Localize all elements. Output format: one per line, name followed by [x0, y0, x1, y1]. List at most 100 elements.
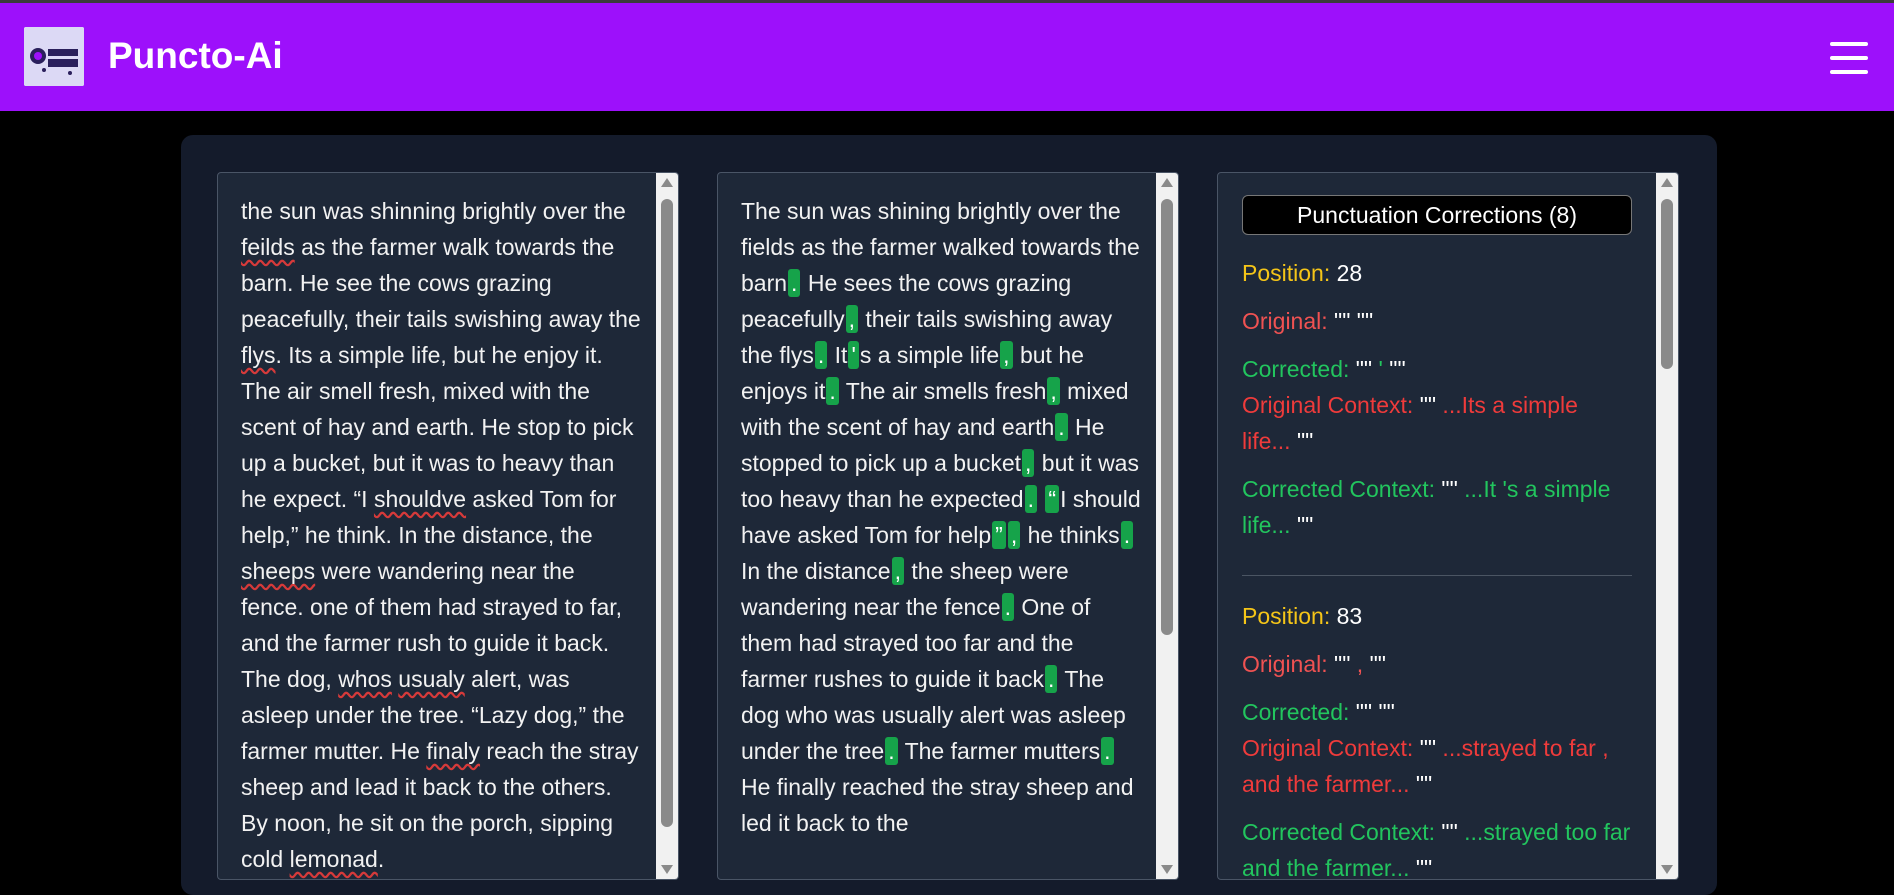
- text-segment: In the distance: [741, 558, 891, 584]
- menu-bar: [1830, 70, 1868, 74]
- corrected-text-panel[interactable]: The sun was shining brightly over the fi…: [717, 172, 1179, 880]
- text-segment: s a simple life: [859, 342, 1000, 368]
- entry-divider: [1242, 575, 1632, 576]
- scroll-down-arrow-icon[interactable]: [1661, 865, 1673, 874]
- quote-marks: "": [1334, 651, 1351, 677]
- app-title[interactable]: Puncto-Ai: [108, 33, 283, 79]
- menu-bar: [1830, 56, 1868, 60]
- quote-marks: "": [1356, 308, 1374, 334]
- scrollbar-thumb[interactable]: [661, 199, 673, 827]
- position-value: 28: [1336, 260, 1363, 286]
- text-segment: as the farmer walk towards the barn. He …: [241, 234, 641, 332]
- scroll-up-arrow-icon[interactable]: [661, 178, 673, 187]
- punctuation-highlight: ,: [1022, 449, 1035, 477]
- original-context-label: Original Context:: [1242, 735, 1414, 761]
- original-context-label: Original Context:: [1242, 392, 1414, 418]
- corrected-label: Corrected:: [1242, 356, 1350, 382]
- quote-marks: "": [1415, 855, 1433, 879]
- quote-marks: "": [1441, 819, 1458, 845]
- text-segment: He finally reached the stray sheep and l…: [741, 774, 1134, 836]
- punctuation-highlight: ”: [992, 521, 1006, 549]
- punctuation-highlight: .: [1001, 593, 1014, 621]
- punctuation-highlight: .: [1101, 737, 1114, 765]
- punctuation-highlight: .: [814, 341, 828, 369]
- punctuation-highlight: .: [1024, 485, 1037, 513]
- misspelled-word: sheeps: [241, 558, 316, 584]
- text-segment: .: [377, 846, 385, 872]
- corrected-context-label: Corrected Context:: [1242, 476, 1436, 502]
- original-text-scroll-area[interactable]: the sun was shinning brightly over the f…: [218, 173, 654, 879]
- corrections-scrollbar[interactable]: [1656, 173, 1678, 879]
- corrected-text-scroll-area[interactable]: The sun was shining brightly over the fi…: [718, 173, 1154, 879]
- original-value: ,: [1350, 651, 1370, 677]
- misspelled-word: whos: [338, 666, 392, 692]
- quote-marks: "": [1296, 428, 1314, 454]
- quote-marks: "": [1369, 651, 1386, 677]
- quote-marks: "": [1296, 512, 1314, 538]
- corrected-label: Corrected:: [1242, 699, 1350, 725]
- scrollbar-thumb[interactable]: [1661, 199, 1673, 369]
- misspelled-word: shouldve: [373, 486, 467, 512]
- menu-bar: [1830, 42, 1868, 46]
- quote-marks: "": [1378, 699, 1395, 725]
- text-segment: It: [828, 342, 848, 368]
- original-label: Original:: [1242, 651, 1328, 677]
- original-label: Original:: [1242, 308, 1328, 334]
- corrected-text-scrollbar[interactable]: [1156, 173, 1178, 879]
- misspelled-word: flys: [241, 342, 276, 368]
- misspelled-word: finaly: [426, 738, 481, 764]
- hamburger-menu-icon[interactable]: [1830, 42, 1868, 74]
- quote-marks: "": [1419, 392, 1437, 418]
- correction-entry: Position: 83 Original: "" , "" Corrected…: [1242, 598, 1632, 879]
- misspelled-word: usualy: [398, 666, 465, 692]
- punctuation-highlight: ,: [845, 305, 858, 333]
- punctuation-highlight: .: [1120, 521, 1134, 549]
- corrected-context-label: Corrected Context:: [1242, 819, 1436, 845]
- scroll-up-arrow-icon[interactable]: [1161, 178, 1173, 187]
- punctuation-highlight: ,: [1007, 521, 1021, 549]
- original-text[interactable]: the sun was shinning brightly over the f…: [241, 193, 641, 877]
- position-value: 83: [1336, 603, 1363, 629]
- text-segment: [1038, 486, 1044, 512]
- corrected-value: ': [1372, 356, 1390, 382]
- scroll-down-arrow-icon[interactable]: [661, 865, 673, 874]
- corrections-scroll-area[interactable]: Punctuation Corrections (8) Position: 28…: [1218, 173, 1654, 879]
- position-label: Position:: [1242, 260, 1331, 286]
- scroll-down-arrow-icon[interactable]: [1161, 865, 1173, 874]
- quote-marks: "": [1355, 356, 1373, 382]
- punctuation-highlight: ': [848, 341, 859, 369]
- quote-marks: "": [1355, 699, 1373, 725]
- punctuation-highlight: .: [1055, 413, 1068, 441]
- quote-marks: "": [1334, 308, 1351, 334]
- original-text-panel[interactable]: the sun was shinning brightly over the f…: [217, 172, 679, 880]
- quote-marks: "": [1415, 771, 1433, 797]
- position-label: Position:: [1242, 603, 1331, 629]
- text-segment: he thinks: [1021, 522, 1120, 548]
- corrections-panel[interactable]: Punctuation Corrections (8) Position: 28…: [1217, 172, 1679, 880]
- corrected-text[interactable]: The sun was shining brightly over the fi…: [741, 193, 1141, 841]
- text-segment: The air smells fresh: [839, 378, 1047, 404]
- text-segment: the sun was shinning brightly over the: [241, 198, 626, 224]
- quote-marks: "": [1389, 356, 1406, 382]
- quote-marks: "": [1441, 476, 1458, 502]
- punctuation-highlight: .: [826, 377, 839, 405]
- punctuation-highlight: ,: [1047, 377, 1060, 405]
- quote-marks: "": [1419, 735, 1437, 761]
- punctuation-highlight: .: [885, 737, 898, 765]
- scroll-up-arrow-icon[interactable]: [1661, 178, 1673, 187]
- misspelled-word: lemonad: [289, 846, 378, 872]
- punctuation-highlight: .: [788, 269, 801, 297]
- original-text-scrollbar[interactable]: [656, 173, 678, 879]
- scrollbar-thumb[interactable]: [1161, 199, 1173, 635]
- app-logo[interactable]: [24, 27, 84, 86]
- punctuation-highlight: “: [1045, 485, 1060, 513]
- corrections-title[interactable]: Punctuation Corrections (8): [1242, 195, 1632, 235]
- punctuation-highlight: ,: [1000, 341, 1013, 369]
- punctuation-highlight: .: [1044, 665, 1058, 693]
- logo-image: [24, 27, 84, 86]
- misspelled-word: feilds: [241, 234, 295, 260]
- punctuation-highlight: ,: [891, 557, 904, 585]
- correction-entry: Position: 28 Original: "" "" Corrected: …: [1242, 255, 1632, 557]
- text-segment: The farmer mutters: [898, 738, 1101, 764]
- app-header: Puncto-Ai: [0, 3, 1894, 111]
